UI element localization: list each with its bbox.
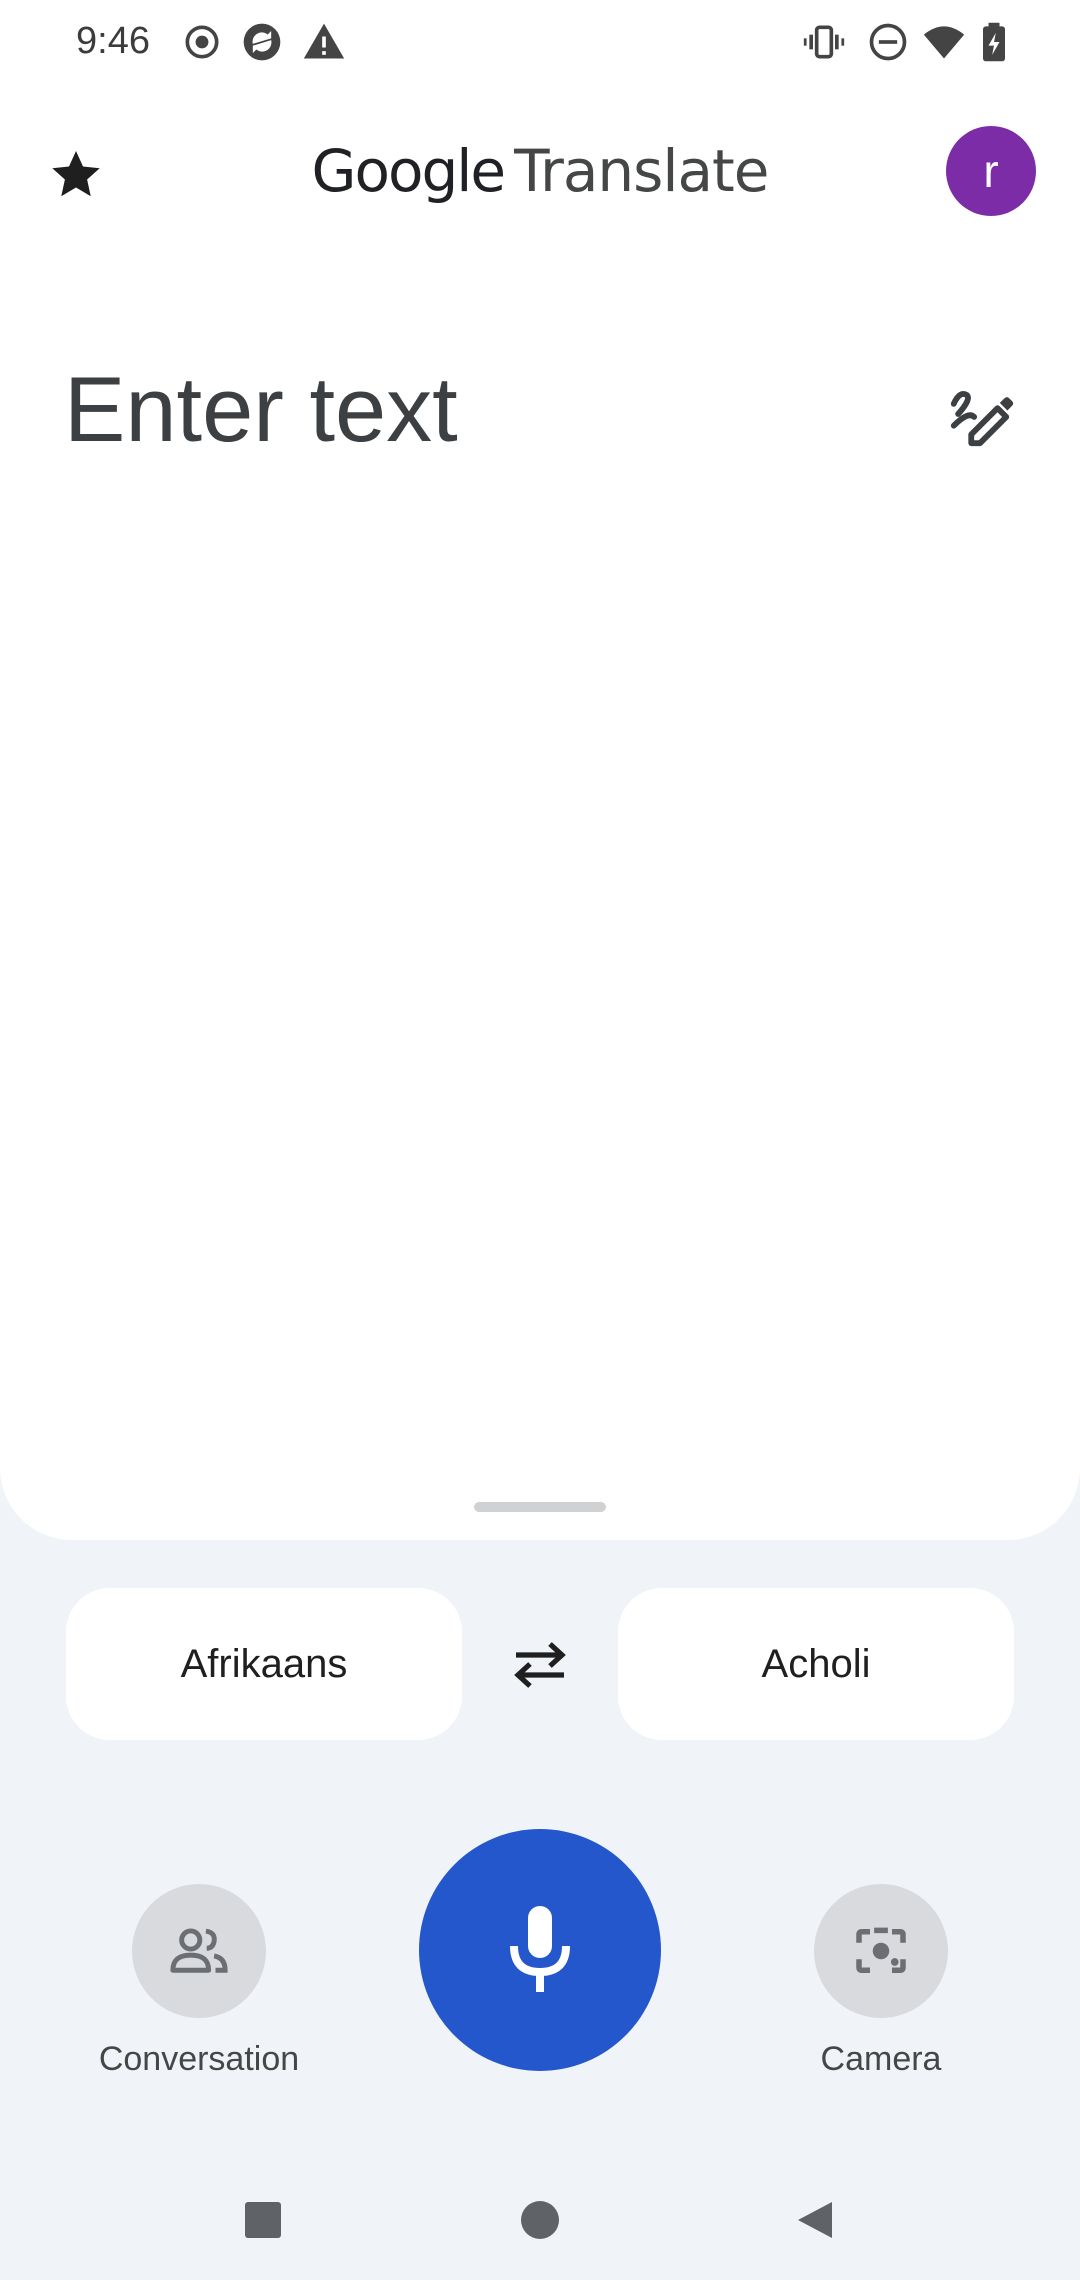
camera-label: Camera bbox=[820, 2040, 942, 2078]
input-sheet: 9:46 Google Translate r Enter text bbox=[0, 0, 1080, 1540]
status-time: 9:46 bbox=[76, 20, 150, 62]
conversation-label: Conversation bbox=[98, 2040, 300, 2078]
title-product: Translate bbox=[514, 137, 769, 205]
recents-button[interactable] bbox=[233, 2190, 293, 2250]
sync-icon bbox=[240, 20, 284, 64]
status-bar: 9:46 bbox=[0, 0, 1080, 88]
handwriting-icon bbox=[950, 391, 1014, 447]
swap-arrows-icon bbox=[514, 1642, 566, 1688]
source-language-button[interactable]: Afrikaans bbox=[66, 1588, 462, 1740]
swap-languages-button[interactable] bbox=[500, 1630, 580, 1700]
warning-icon bbox=[302, 20, 346, 64]
voice-input-button[interactable] bbox=[419, 1829, 661, 2071]
back-icon bbox=[798, 2202, 832, 2238]
vibrate-icon bbox=[802, 20, 846, 64]
home-button[interactable] bbox=[510, 2190, 570, 2250]
microphone-icon bbox=[510, 1906, 570, 1992]
account-avatar[interactable]: r bbox=[946, 126, 1036, 216]
target-language-button[interactable]: Acholi bbox=[618, 1588, 1014, 1740]
system-nav-bar bbox=[0, 2160, 1080, 2280]
source-text-input[interactable] bbox=[64, 350, 904, 470]
conversation-button[interactable] bbox=[132, 1884, 266, 2018]
app-bar: Google Translate r bbox=[0, 100, 1080, 240]
do-not-disturb-icon bbox=[866, 20, 910, 64]
wifi-icon bbox=[922, 20, 966, 64]
home-icon bbox=[521, 2201, 559, 2239]
title-brand: Google bbox=[311, 137, 507, 205]
record-icon bbox=[180, 20, 224, 64]
sheet-drag-handle[interactable] bbox=[474, 1502, 606, 1512]
app-title: Google Translate bbox=[0, 136, 1080, 207]
battery-charging-icon bbox=[972, 20, 1016, 64]
recents-icon bbox=[245, 2202, 281, 2238]
camera-button[interactable] bbox=[814, 1884, 948, 2018]
people-icon bbox=[170, 1928, 228, 1973]
handwriting-button[interactable] bbox=[940, 374, 1020, 454]
back-button[interactable] bbox=[786, 2190, 846, 2250]
lens-camera-icon bbox=[856, 1927, 906, 1973]
